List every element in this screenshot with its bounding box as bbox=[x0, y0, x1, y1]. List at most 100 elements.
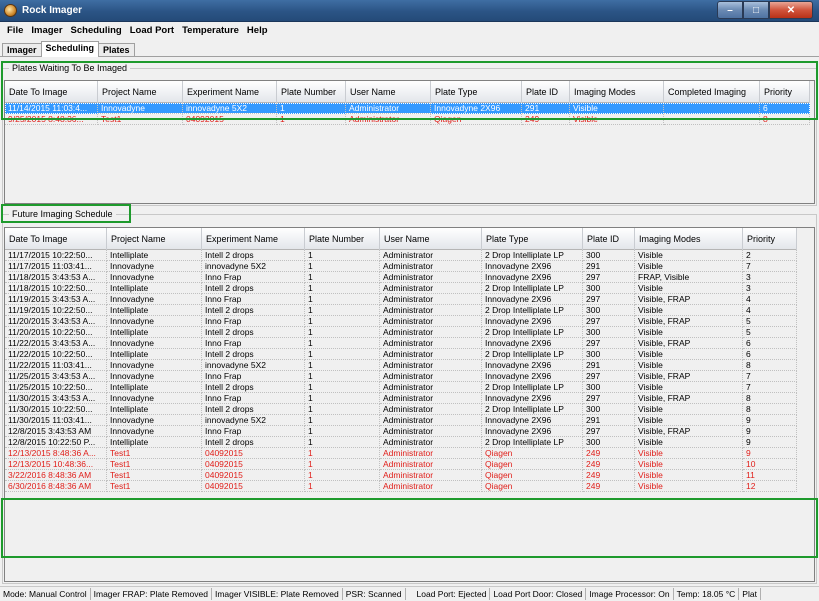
table-row[interactable]: 11/25/2015 10:22:50... Intelliplate Intell… bbox=[5, 382, 797, 393]
column-header-date-to-image[interactable]: Date To Image bbox=[5, 228, 107, 250]
cell-imaging-modes: FRAP, Visible bbox=[635, 272, 743, 283]
table-row[interactable]: 6/30/2016 8:48:36 AM Test1 04092015 1 Admini… bbox=[5, 481, 797, 492]
table-row[interactable]: 11/18/2015 10:22:50... Intelliplate Intell… bbox=[5, 283, 797, 294]
column-header-imaging-modes[interactable]: Imaging Modes bbox=[635, 228, 743, 250]
cell-completed-imaging bbox=[664, 103, 760, 114]
table-row[interactable]: 11/22/2015 3:43:53 A... Innovadyne Inno Fr… bbox=[5, 338, 797, 349]
cell-date-to-image: 11/18/2015 3:43:53 A... bbox=[5, 272, 107, 283]
minimize-button[interactable]: – bbox=[717, 1, 743, 19]
table-row[interactable]: 11/17/2015 11:03:41... Innovadyne innovady… bbox=[5, 261, 797, 272]
column-header-plate-id[interactable]: Plate ID bbox=[522, 81, 570, 103]
table-row[interactable]: 11/30/2015 11:03:41... Innovadyne innovady… bbox=[5, 415, 797, 426]
table-row[interactable]: 12/8/2015 3:43:53 AM Innovadyne Inno Frap 1… bbox=[5, 426, 797, 437]
cell-priority: 5 bbox=[743, 316, 797, 327]
tab-imager[interactable]: Imager bbox=[2, 43, 42, 57]
status-panel: Plat bbox=[739, 588, 761, 600]
cell-experiment-name: Inno Frap bbox=[202, 294, 305, 305]
close-button[interactable]: ✕ bbox=[769, 1, 813, 19]
column-header-plate-number[interactable]: Plate Number bbox=[277, 81, 346, 103]
column-header-user-name[interactable]: User Name bbox=[346, 81, 431, 103]
table-row[interactable]: 11/30/2015 10:22:50... Intelliplate Intell… bbox=[5, 404, 797, 415]
table-row[interactable]: 3/22/2016 8:48:36 AM Test1 04092015 1 Admini… bbox=[5, 470, 797, 481]
column-header-project-name[interactable]: Project Name bbox=[107, 228, 202, 250]
table-row[interactable]: 11/19/2015 3:43:53 A... Innovadyne Inno Fr… bbox=[5, 294, 797, 305]
cell-project-name: Intelliplate bbox=[107, 404, 202, 415]
table-row[interactable]: 12/8/2015 10:22:50 P... Intelliplate Intel… bbox=[5, 437, 797, 448]
cell-experiment-name: innovadyne 5X2 bbox=[202, 261, 305, 272]
column-header-project-name[interactable]: Project Name bbox=[98, 81, 183, 103]
table-row[interactable]: 11/20/2015 10:22:50... Intelliplate Intell… bbox=[5, 327, 797, 338]
menu-scheduling[interactable]: Scheduling bbox=[67, 25, 126, 36]
cell-priority: 8 bbox=[743, 360, 797, 371]
cell-plate-id: 249 bbox=[583, 470, 635, 481]
table-row[interactable]: 11/19/2015 10:22:50... Intelliplate Intell… bbox=[5, 305, 797, 316]
cell-plate-id: 300 bbox=[583, 382, 635, 393]
table-row[interactable]: 11/20/2015 3:43:53 A... Innovadyne Inno Fr… bbox=[5, 316, 797, 327]
column-header-completed-imaging[interactable]: Completed Imaging bbox=[664, 81, 760, 103]
cell-plate-type: Innovadyne 2X96 bbox=[482, 272, 583, 283]
column-header-plate-id[interactable]: Plate ID bbox=[583, 228, 635, 250]
cell-experiment-name: Intell 2 drops bbox=[202, 250, 305, 261]
cell-user-name: Administrator bbox=[380, 481, 482, 492]
table-row[interactable]: 11/25/2015 3:43:53 A... Innovadyne Inno Fr… bbox=[5, 371, 797, 382]
table-row[interactable]: 12/13/2015 10:48:36... Test1 04092015 1 Admi… bbox=[5, 459, 797, 470]
column-header-experiment-name[interactable]: Experiment Name bbox=[202, 228, 305, 250]
menu-load-port[interactable]: Load Port bbox=[126, 25, 178, 36]
cell-experiment-name: Intell 2 drops bbox=[202, 283, 305, 294]
cell-date-to-image: 11/19/2015 3:43:53 A... bbox=[5, 294, 107, 305]
table-row[interactable]: 11/18/2015 3:43:53 A... Innovadyne Inno Fr… bbox=[5, 272, 797, 283]
cell-imaging-modes: Visible, FRAP bbox=[635, 393, 743, 404]
tab-plates[interactable]: Plates bbox=[98, 43, 135, 57]
table-row[interactable]: 11/17/2015 10:22:50... Intelliplate Intell… bbox=[5, 250, 797, 261]
cell-plate-number: 1 bbox=[305, 294, 380, 305]
table-row[interactable]: 11/30/2015 3:43:53 A... Innovadyne Inno Fr… bbox=[5, 393, 797, 404]
column-header-plate-number[interactable]: Plate Number bbox=[305, 228, 380, 250]
plates-waiting-grid[interactable]: Date To Image Project Name Experiment Name… bbox=[4, 80, 815, 204]
cell-plate-type: Qiagen bbox=[482, 459, 583, 470]
cell-imaging-modes: Visible bbox=[635, 283, 743, 294]
cell-user-name: Administrator bbox=[380, 415, 482, 426]
column-header-user-name[interactable]: User Name bbox=[380, 228, 482, 250]
column-header-plate-type[interactable]: Plate Type bbox=[482, 228, 583, 250]
table-row[interactable]: 11/14/2015 11:03:4... Innovadyne innovadyn… bbox=[5, 103, 810, 114]
cell-priority: 11 bbox=[743, 470, 797, 481]
cell-priority: 4 bbox=[743, 305, 797, 316]
cell-plate-id: 249 bbox=[522, 114, 570, 125]
cell-plate-number: 1 bbox=[305, 261, 380, 272]
cell-date-to-image: 12/13/2015 10:48:36... bbox=[5, 459, 107, 470]
cell-user-name: Administrator bbox=[380, 437, 482, 448]
plates-waiting-rows: 11/14/2015 11:03:4... Innovadyne innovadyn… bbox=[5, 103, 810, 125]
plates-waiting-title: Plates Waiting To Be Imaged bbox=[9, 63, 131, 73]
cell-plate-number: 1 bbox=[277, 114, 346, 125]
cell-priority: 3 bbox=[743, 283, 797, 294]
cell-project-name: Intelliplate bbox=[107, 382, 202, 393]
cell-experiment-name: innovadyne 5X2 bbox=[202, 415, 305, 426]
menu-file[interactable]: File bbox=[3, 25, 27, 36]
column-header-imaging-modes[interactable]: Imaging Modes bbox=[570, 81, 664, 103]
tab-scheduling[interactable]: Scheduling bbox=[40, 41, 100, 57]
table-row[interactable]: 11/22/2015 11:03:41... Innovadyne innovady… bbox=[5, 360, 797, 371]
cell-plate-type: Innovadyne 2X96 bbox=[482, 371, 583, 382]
cell-experiment-name: Intell 2 drops bbox=[202, 305, 305, 316]
column-header-date-to-image[interactable]: Date To Image bbox=[5, 81, 98, 103]
cell-imaging-modes: Visible bbox=[635, 437, 743, 448]
table-row[interactable]: 9/25/2015 8:48:36... Test1 04092015 1 Admini… bbox=[5, 114, 810, 125]
future-schedule-grid[interactable]: Date To Image Project Name Experiment Name… bbox=[4, 227, 815, 582]
column-header-experiment-name[interactable]: Experiment Name bbox=[183, 81, 277, 103]
column-header-priority[interactable]: Priority bbox=[760, 81, 810, 103]
table-row[interactable]: 12/13/2015 8:48:36 A... Test1 04092015 1 Adm… bbox=[5, 448, 797, 459]
cell-plate-number: 1 bbox=[305, 470, 380, 481]
cell-project-name: Innovadyne bbox=[107, 316, 202, 327]
column-header-priority[interactable]: Priority bbox=[743, 228, 797, 250]
cell-plate-number: 1 bbox=[305, 437, 380, 448]
cell-date-to-image: 11/22/2015 11:03:41... bbox=[5, 360, 107, 371]
menu-imager[interactable]: Imager bbox=[27, 25, 66, 36]
cell-date-to-image: 12/13/2015 8:48:36 A... bbox=[5, 448, 107, 459]
menu-help[interactable]: Help bbox=[243, 25, 272, 36]
cell-plate-number: 1 bbox=[305, 272, 380, 283]
cell-imaging-modes: Visible bbox=[635, 404, 743, 415]
table-row[interactable]: 11/22/2015 10:22:50... Intelliplate Intell… bbox=[5, 349, 797, 360]
menu-temperature[interactable]: Temperature bbox=[178, 25, 243, 36]
maximize-button[interactable]: □ bbox=[743, 1, 769, 19]
column-header-plate-type[interactable]: Plate Type bbox=[431, 81, 522, 103]
